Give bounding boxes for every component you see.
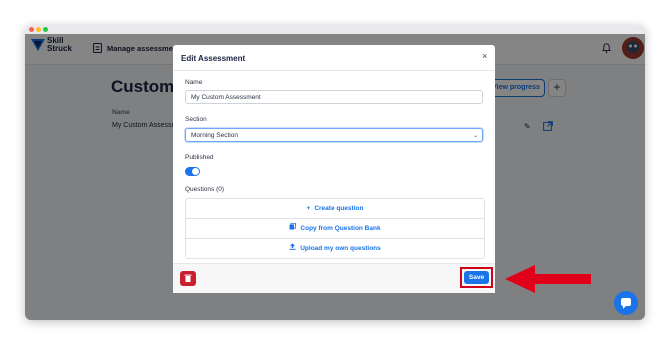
save-button[interactable]: Save [464,271,489,284]
save-highlight-box: Save [460,267,493,288]
section-label: Section [185,116,207,123]
upload-questions-button[interactable]: Upload my own questions [186,239,484,258]
edit-assessment-modal: Edit Assessment × Name My Custom Assessm… [173,45,495,293]
maximize-window-dot[interactable] [43,27,48,32]
toggle-knob [192,168,199,175]
window-titlebar [25,25,645,34]
modal-title: Edit Assessment [181,54,246,63]
create-question-button[interactable]: + Create question [186,199,484,219]
name-label: Name [185,79,203,86]
close-icon[interactable]: × [482,51,487,61]
minimize-window-dot[interactable] [36,27,41,32]
chevron-down-icon: ⌄ [472,133,478,139]
upload-icon [289,243,296,250]
questions-actions-box: + Create question Copy from Question Bank… [185,198,485,259]
modal-footer: Save [173,264,495,293]
modal-header-divider [173,70,495,71]
close-window-dot[interactable] [29,27,34,32]
name-input[interactable]: My Custom Assessment [185,90,483,104]
chat-icon [621,298,631,309]
delete-button[interactable] [180,271,196,286]
chat-button[interactable] [614,291,638,315]
section-select[interactable]: Morning Section ⌄ [185,128,483,142]
pointer-arrow-icon [505,265,591,293]
published-toggle[interactable] [185,167,200,176]
questions-label: Questions (0) [185,186,225,193]
copy-from-question-bank-button[interactable]: Copy from Question Bank [186,219,484,239]
trash-icon [184,274,192,282]
plus-icon: + [306,205,311,212]
copy-icon [289,223,297,230]
section-select-value: Morning Section [191,132,238,139]
published-label: Published [185,154,214,161]
